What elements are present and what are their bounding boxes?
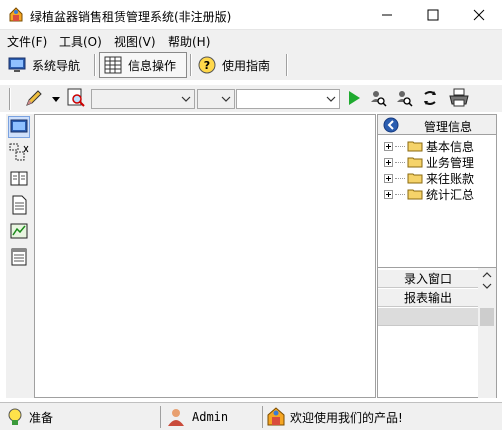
- book-view-button[interactable]: [8, 168, 30, 190]
- nav-separator: [190, 54, 192, 76]
- list-button[interactable]: [8, 246, 30, 268]
- chart-button[interactable]: [8, 220, 30, 242]
- expand-icon[interactable]: [384, 173, 393, 183]
- preview-icon[interactable]: [66, 88, 86, 108]
- menu-file[interactable]: 文件(F): [7, 33, 47, 50]
- toolbar: [0, 84, 502, 112]
- nav-separator: [94, 54, 96, 76]
- status-message-label: 欢迎使用我们的产品!: [290, 410, 403, 425]
- tree-item-label: 基本信息: [426, 139, 475, 154]
- folder-icon: [407, 157, 423, 168]
- document-button[interactable]: [8, 194, 30, 216]
- list-empty-row: [378, 308, 478, 326]
- folder-icon: [407, 141, 423, 152]
- book-icon: [10, 171, 28, 186]
- nav-bar: 系统导航 信息操作 ? 使用指南: [0, 50, 502, 80]
- expand-icon[interactable]: [384, 157, 393, 167]
- status-ready: 准备: [5, 406, 53, 428]
- management-panel: 管理信息 基本信息 业务管理 来往账款 统计汇总 录入窗口 报表输出: [377, 114, 497, 398]
- document-icon: [12, 195, 27, 215]
- chevron-down-icon: [181, 96, 191, 102]
- tree-item-business[interactable]: 业务管理: [384, 154, 474, 170]
- chart-icon: [10, 223, 28, 239]
- scissors-icon: [9, 143, 29, 161]
- status-ready-label: 准备: [29, 410, 54, 425]
- list-icon: [11, 248, 27, 266]
- report-output-item[interactable]: 报表输出: [378, 289, 478, 307]
- user-search-icon[interactable]: [368, 88, 388, 108]
- svg-text:?: ?: [204, 59, 210, 72]
- status-divider: [262, 406, 263, 428]
- user-icon: [168, 409, 184, 426]
- minimize-button[interactable]: [364, 0, 410, 30]
- help-icon: ?: [198, 56, 216, 74]
- panel-title: 管理信息: [424, 120, 473, 134]
- scroll-up-icon[interactable]: [482, 271, 492, 279]
- menu-view[interactable]: 视图(V): [114, 33, 156, 50]
- tree-item-accounts[interactable]: 来往账款: [384, 170, 474, 186]
- status-message: 欢迎使用我们的产品!: [266, 406, 403, 428]
- toolbar-grip: [9, 88, 11, 110]
- tree-item-label: 统计汇总: [426, 187, 475, 202]
- menu-help[interactable]: 帮助(H): [168, 33, 210, 50]
- menu-tools[interactable]: 工具(O): [59, 33, 102, 50]
- monitor-icon: [8, 57, 26, 72]
- status-bar: 准备 Admin 欢迎使用我们的产品!: [0, 402, 502, 430]
- system-nav-button[interactable]: 系统导航: [8, 52, 94, 78]
- refresh-icon[interactable]: [420, 88, 440, 108]
- title-bar: 绿植盆器销售租赁管理系统(非注册版): [0, 0, 502, 30]
- panel-lower-list: 录入窗口 报表输出: [378, 267, 496, 398]
- nav-separator: [286, 54, 288, 76]
- menu-bar: 文件(F) 工具(O) 视图(V) 帮助(H): [0, 30, 502, 50]
- system-nav-label: 系统导航: [32, 58, 81, 73]
- cut-tool-button[interactable]: [8, 142, 30, 164]
- folder-icon: [407, 173, 423, 184]
- chevron-down-icon: [221, 96, 231, 102]
- guide-button[interactable]: ? 使用指南: [198, 52, 286, 78]
- monitor-icon: [10, 119, 28, 133]
- main-content-area[interactable]: [34, 114, 376, 398]
- status-user-label: Admin: [192, 410, 229, 424]
- grid-icon: [104, 56, 122, 74]
- maximize-button[interactable]: [410, 0, 456, 30]
- maximize-icon: [427, 9, 439, 21]
- user-find-icon[interactable]: [394, 88, 414, 108]
- scroll-thumb[interactable]: [480, 308, 494, 326]
- filter-value-combo[interactable]: [236, 89, 340, 109]
- close-icon: [473, 9, 485, 21]
- print-icon[interactable]: [448, 88, 470, 108]
- vertical-scrollbar[interactable]: [478, 268, 496, 398]
- panel-header: 管理信息: [378, 115, 496, 135]
- entry-window-item[interactable]: 录入窗口: [378, 270, 478, 288]
- expand-icon[interactable]: [384, 141, 393, 151]
- tree-item-label: 业务管理: [426, 155, 475, 170]
- folder-icon: [407, 189, 423, 200]
- info-ops-label: 信息操作: [128, 58, 177, 73]
- tree-item-basic-info[interactable]: 基本信息: [384, 138, 474, 154]
- lightbulb-icon: [8, 408, 22, 425]
- window-title: 绿植盆器销售租赁管理系统(非注册版): [30, 10, 232, 24]
- tree-item-label: 来往账款: [426, 171, 475, 186]
- filter-combo-2[interactable]: [197, 89, 235, 109]
- info-ops-button[interactable]: 信息操作: [99, 52, 187, 78]
- pencil-icon[interactable]: [24, 88, 44, 108]
- status-divider: [160, 406, 161, 428]
- chevron-down-icon: [326, 96, 336, 102]
- left-toolbar: [6, 114, 34, 398]
- expand-icon[interactable]: [384, 189, 393, 199]
- tree-item-statistics[interactable]: 统计汇总: [384, 186, 474, 202]
- app-icon: [9, 7, 23, 22]
- filter-combo-1[interactable]: [91, 89, 195, 109]
- dropdown-arrow-icon[interactable]: [52, 97, 60, 103]
- close-button[interactable]: [456, 0, 502, 30]
- status-user: Admin: [166, 406, 228, 428]
- guide-label: 使用指南: [222, 58, 271, 73]
- scroll-down-icon[interactable]: [482, 282, 492, 290]
- minimize-icon: [382, 14, 392, 16]
- play-icon[interactable]: [344, 88, 364, 108]
- app-icon: [267, 407, 285, 426]
- collapse-panel-icon[interactable]: [383, 117, 399, 133]
- view-window-button[interactable]: [8, 116, 30, 138]
